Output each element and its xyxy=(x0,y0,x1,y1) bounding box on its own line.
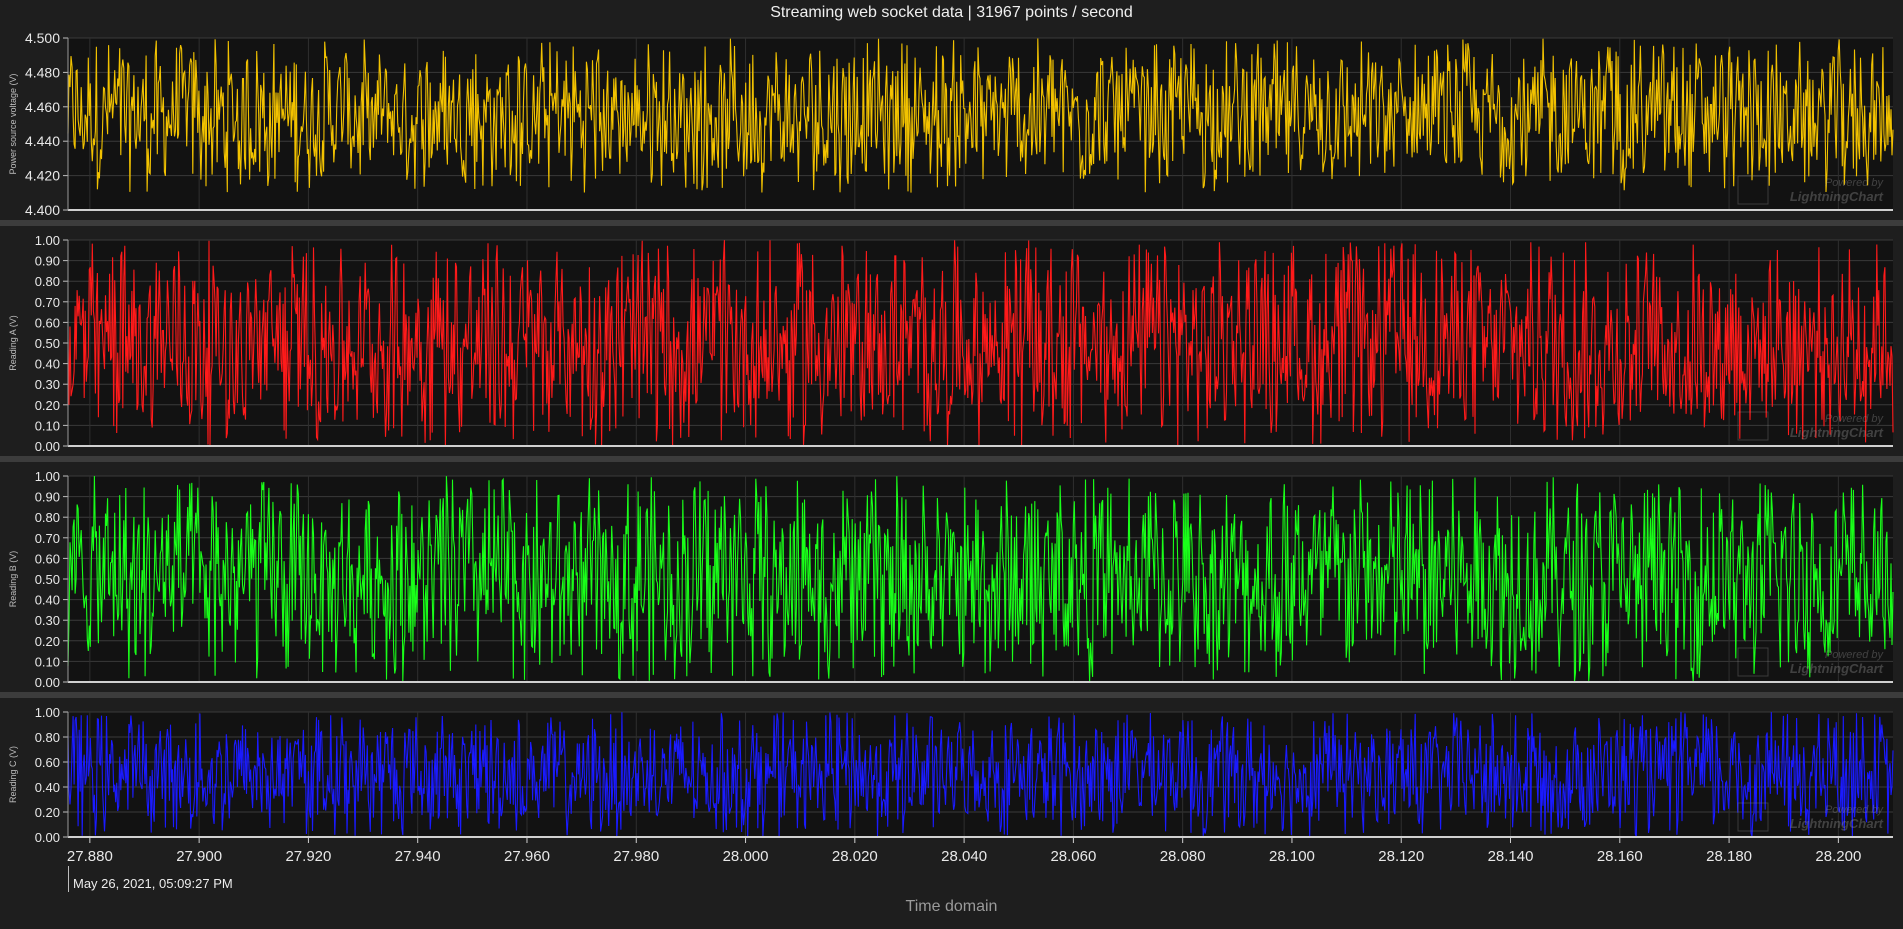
x-tick-label: 27.880 xyxy=(67,848,113,865)
watermark-powered-by: Powered by xyxy=(1825,177,1885,189)
y-tick-label: 0.70 xyxy=(35,531,60,546)
y-tick-label: 0.10 xyxy=(35,654,60,669)
y-tick-label: 0.10 xyxy=(35,418,60,433)
panel-separator[interactable] xyxy=(0,692,1903,698)
y-tick-label: 0.80 xyxy=(35,510,60,525)
x-tick-label: 27.940 xyxy=(395,848,441,865)
chart-panel-1[interactable]: 4.500 4.480 4.460 4.440 4.420 4.400 Power sour… xyxy=(0,30,1903,226)
y-tick-label: 1.00 xyxy=(35,233,60,248)
y-tick-label: 0.20 xyxy=(35,398,60,413)
x-tick-label: 27.900 xyxy=(176,848,222,865)
x-tick-label: 28.180 xyxy=(1706,848,1752,865)
x-tick-label: 28.140 xyxy=(1488,848,1534,865)
y-tick-label: 0.70 xyxy=(35,295,60,310)
y-tick-label: 0.80 xyxy=(35,274,60,289)
y-axis-label: Reading A (V) xyxy=(8,315,18,371)
watermark-brand: LightningChart xyxy=(1790,189,1884,204)
y-tick-label: 0.40 xyxy=(35,357,60,372)
time-origin-label: May 26, 2021, 05:09:27 PM xyxy=(73,876,233,891)
chart-panel-3[interactable]: 1.00 0.90 0.80 0.70 0.60 0.50 0.40 0.30 0.20 0.10… xyxy=(0,469,1903,698)
y-tick-label: 4.400 xyxy=(25,202,60,218)
chart-panel-4[interactable]: 1.00 0.80 0.60 0.40 0.20 0.00 Reading C (V) Pow… xyxy=(8,705,1894,845)
x-tick-label: 28.200 xyxy=(1815,848,1861,865)
watermark-brand: LightningChart xyxy=(1790,661,1884,676)
watermark-brand: LightningChart xyxy=(1790,425,1884,440)
y-tick-label: 0.30 xyxy=(35,613,60,628)
y-tick-label: 0.50 xyxy=(35,572,60,587)
y-tick-label: 0.90 xyxy=(35,490,60,505)
y-tick-label: 4.420 xyxy=(25,168,60,184)
x-tick-label: 28.000 xyxy=(723,848,769,865)
y-axis-label: Reading B (V) xyxy=(8,551,18,608)
y-axis-label: Power source voltage (V) xyxy=(8,73,18,174)
y-tick-label: 0.00 xyxy=(35,675,60,690)
x-tick-label: 28.060 xyxy=(1050,848,1096,865)
y-tick-label: 4.480 xyxy=(25,64,60,80)
watermark-brand: LightningChart xyxy=(1790,816,1884,831)
watermark-powered-by: Powered by xyxy=(1825,649,1885,661)
x-axis-title: Time domain xyxy=(905,898,998,915)
y-tick-label: 0.30 xyxy=(35,377,60,392)
chart-panel-2[interactable]: 1.00 0.90 0.80 0.70 0.60 0.50 0.40 0.30 0.20 0.10… xyxy=(0,233,1903,462)
x-tick-label: 27.960 xyxy=(504,848,550,865)
y-tick-label: 4.500 xyxy=(25,30,60,46)
stacked-line-charts[interactable]: 4.500 4.480 4.460 4.440 4.420 4.400 Power sour… xyxy=(0,0,1903,929)
x-tick-label: 28.080 xyxy=(1160,848,1206,865)
y-axis-label: Reading C (V) xyxy=(8,746,18,803)
x-tick-label: 27.980 xyxy=(613,848,659,865)
y-tick-label: 0.40 xyxy=(35,780,60,795)
panel-separator[interactable] xyxy=(0,220,1903,226)
time-origin-tick xyxy=(68,866,69,892)
x-tick-label: 28.020 xyxy=(832,848,878,865)
y-tick-label: 0.60 xyxy=(35,315,60,330)
x-tick-label: 27.920 xyxy=(285,848,331,865)
y-tick-label: 0.50 xyxy=(35,336,60,351)
x-tick-label: 28.120 xyxy=(1378,848,1424,865)
x-tick-label: 28.100 xyxy=(1269,848,1315,865)
y-tick-label: 0.20 xyxy=(35,805,60,820)
y-tick-label: 0.20 xyxy=(35,634,60,649)
y-tick-label: 0.90 xyxy=(35,254,60,269)
y-tick-label: 0.60 xyxy=(35,551,60,566)
y-tick-label: 1.00 xyxy=(35,469,60,484)
y-tick-label: 4.440 xyxy=(25,133,60,149)
y-tick-label: 0.60 xyxy=(35,755,60,770)
x-tick-label: 28.160 xyxy=(1597,848,1643,865)
y-tick-label: 0.00 xyxy=(35,439,60,454)
x-tick-label: 28.040 xyxy=(941,848,987,865)
y-tick-label: 1.00 xyxy=(35,705,60,720)
panel-separator[interactable] xyxy=(0,456,1903,462)
y-tick-label: 4.460 xyxy=(25,99,60,115)
y-tick-label: 0.00 xyxy=(35,830,60,845)
watermark-powered-by: Powered by xyxy=(1825,413,1885,425)
watermark-powered-by: Powered by xyxy=(1825,804,1885,816)
y-tick-label: 0.40 xyxy=(35,593,60,608)
y-tick-label: 0.80 xyxy=(35,730,60,745)
